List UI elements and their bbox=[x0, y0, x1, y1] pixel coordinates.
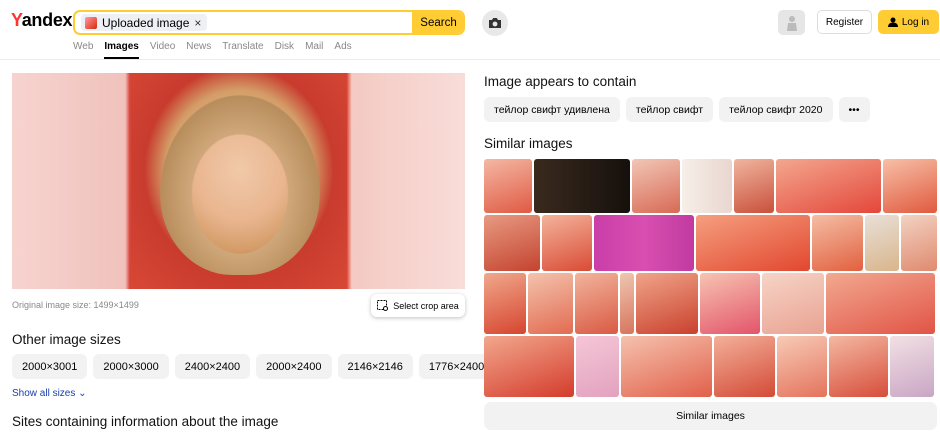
tag-chip[interactable]: тейлор свифт удивлена bbox=[484, 97, 620, 122]
similar-image-thumbnail[interactable] bbox=[484, 273, 526, 334]
tab-news[interactable]: News bbox=[186, 41, 211, 59]
similar-images-title: Similar images bbox=[484, 136, 573, 151]
tab-web[interactable]: Web bbox=[73, 41, 93, 59]
size-option[interactable]: 2000×3000 bbox=[93, 354, 169, 379]
tag-chip[interactable]: тейлор свифт 2020 bbox=[719, 97, 833, 122]
register-button[interactable]: Register bbox=[817, 10, 872, 34]
similar-image-thumbnail[interactable] bbox=[484, 336, 574, 397]
similar-image-thumbnail[interactable] bbox=[541, 215, 592, 271]
uploaded-image-chip[interactable]: Uploaded image × bbox=[81, 14, 208, 31]
login-label: Log in bbox=[901, 16, 930, 28]
search-tabs: Web Images Video News Translate Disk Mai… bbox=[73, 41, 352, 59]
similar-image-thumbnail[interactable] bbox=[620, 273, 634, 334]
crop-label: Select crop area bbox=[393, 300, 459, 311]
similar-images-button[interactable]: Similar images bbox=[484, 402, 937, 430]
more-tags-button[interactable]: ••• bbox=[838, 97, 870, 122]
sites-title: Sites containing information about the i… bbox=[12, 414, 279, 429]
camera-icon bbox=[489, 18, 501, 28]
similar-image-thumbnail[interactable] bbox=[484, 159, 532, 213]
tag-list: тейлор свифт удивлена тейлор свифт тейло… bbox=[484, 97, 870, 122]
show-all-label: Show all sizes bbox=[12, 388, 76, 399]
uploaded-image-label: Uploaded image bbox=[102, 15, 190, 30]
tab-translate[interactable]: Translate bbox=[222, 41, 263, 59]
camera-search-button[interactable] bbox=[482, 10, 508, 36]
search-bar[interactable]: Uploaded image × Search bbox=[73, 10, 465, 35]
similar-image-thumbnail[interactable] bbox=[621, 336, 712, 397]
similar-image-thumbnail[interactable] bbox=[593, 215, 695, 271]
similar-image-thumbnail[interactable] bbox=[826, 273, 935, 334]
size-option[interactable]: 2000×3001 bbox=[12, 354, 88, 379]
tab-mail[interactable]: Mail bbox=[305, 41, 323, 59]
size-option[interactable]: 2000×2400 bbox=[256, 354, 332, 379]
original-size-caption: Original image size: 1499×1499 bbox=[12, 300, 139, 310]
similar-image-thumbnail[interactable] bbox=[528, 273, 573, 334]
uploaded-image-thumbnail bbox=[85, 16, 97, 29]
tab-disk[interactable]: Disk bbox=[275, 41, 294, 59]
similar-image-thumbnail[interactable] bbox=[696, 215, 810, 271]
header-divider bbox=[0, 59, 940, 60]
uploaded-image-preview[interactable] bbox=[12, 73, 465, 289]
search-button[interactable]: Search bbox=[412, 12, 463, 33]
image-contains-title: Image appears to contain bbox=[484, 74, 637, 89]
similar-image-thumbnail[interactable] bbox=[883, 159, 937, 213]
close-icon[interactable]: × bbox=[194, 16, 201, 30]
portrait-hair-shape bbox=[160, 95, 320, 275]
user-icon bbox=[887, 17, 898, 27]
similar-image-thumbnail[interactable] bbox=[534, 159, 630, 213]
similar-image-thumbnail[interactable] bbox=[636, 273, 698, 334]
similar-image-thumbnail[interactable] bbox=[714, 336, 775, 397]
login-button[interactable]: Log in bbox=[878, 10, 939, 34]
size-option[interactable]: 2400×2400 bbox=[174, 354, 251, 379]
similar-image-thumbnail[interactable] bbox=[484, 215, 540, 271]
image-size-list: 2000×3001 2000×3000 2400×2400 2000×2400 … bbox=[12, 354, 495, 379]
similar-images-grid bbox=[484, 159, 938, 399]
tab-video[interactable]: Video bbox=[150, 41, 175, 59]
similar-image-thumbnail[interactable] bbox=[576, 336, 619, 397]
tab-images[interactable]: Images bbox=[104, 41, 140, 59]
user-menu-button[interactable] bbox=[778, 10, 805, 35]
show-all-sizes-link[interactable]: Show all sizes ⌄ bbox=[12, 388, 87, 399]
similar-image-thumbnail[interactable] bbox=[762, 273, 824, 334]
size-option[interactable]: 2146×2146 bbox=[337, 354, 413, 379]
tab-ads[interactable]: Ads bbox=[334, 41, 351, 59]
select-crop-area-button[interactable]: Select crop area bbox=[371, 294, 465, 317]
similar-image-thumbnail[interactable] bbox=[890, 336, 934, 397]
other-sizes-title: Other image sizes bbox=[12, 332, 121, 347]
similar-image-thumbnail[interactable] bbox=[575, 273, 618, 334]
similar-image-thumbnail[interactable] bbox=[682, 159, 732, 213]
similar-image-thumbnail[interactable] bbox=[776, 159, 881, 213]
similar-image-thumbnail[interactable] bbox=[700, 273, 760, 334]
similar-image-thumbnail[interactable] bbox=[865, 215, 900, 271]
similar-image-thumbnail[interactable] bbox=[632, 159, 680, 213]
chevron-down-icon: ⌄ bbox=[78, 388, 87, 399]
similar-image-thumbnail[interactable] bbox=[901, 215, 938, 271]
size-option[interactable]: 1776×2400 bbox=[418, 354, 495, 379]
yandex-logo[interactable]: Yandex bbox=[11, 10, 73, 31]
similar-image-thumbnail[interactable] bbox=[777, 336, 827, 397]
similar-image-thumbnail[interactable] bbox=[811, 215, 864, 271]
user-silhouette-icon bbox=[786, 15, 797, 31]
similar-image-thumbnail[interactable] bbox=[734, 159, 774, 213]
similar-image-thumbnail[interactable] bbox=[829, 336, 888, 397]
crop-select-icon bbox=[377, 299, 389, 311]
tag-chip[interactable]: тейлор свифт bbox=[625, 97, 714, 122]
